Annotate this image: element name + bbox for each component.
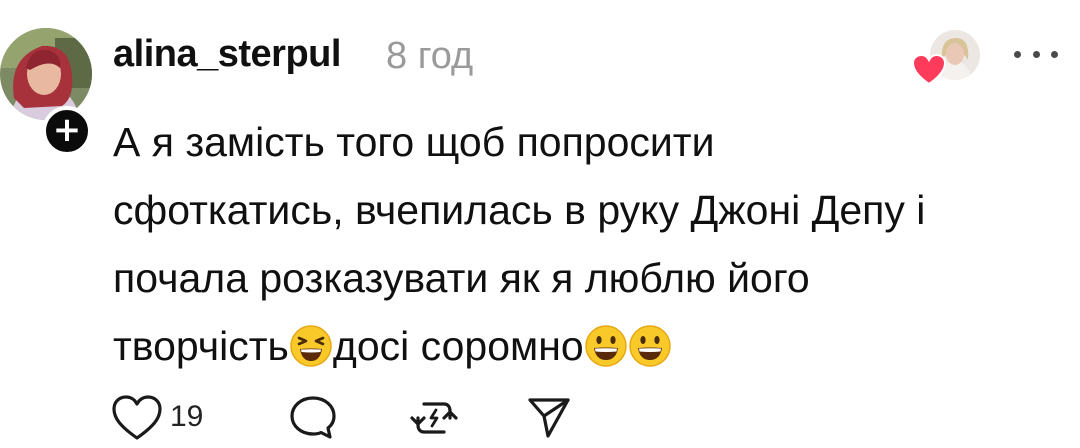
heart-icon bbox=[912, 54, 946, 86]
comment-bubble-icon[interactable] bbox=[288, 394, 338, 442]
more-options-button[interactable] bbox=[1008, 36, 1064, 72]
body-line: сфоткатись, вчепилась в руку Джоні Депу … bbox=[113, 187, 926, 233]
reply-post: + alina_sterpul 8 год А я замість того щ… bbox=[0, 0, 1080, 448]
like-count: 19 bbox=[170, 400, 204, 433]
body-line: почала розказувати як я люблю його bbox=[113, 255, 810, 301]
author-username[interactable]: alina_sterpul bbox=[113, 33, 341, 76]
body-text-segment: досі соромно bbox=[332, 323, 584, 369]
avatar[interactable] bbox=[0, 28, 92, 120]
follow-plus-button[interactable]: + bbox=[42, 106, 92, 156]
squinting-laughing-emoji-icon bbox=[290, 325, 332, 367]
action-bar: 19 bbox=[106, 388, 606, 448]
grinning-face-emoji-icon bbox=[628, 325, 671, 367]
more-dot bbox=[1032, 50, 1040, 58]
more-dot bbox=[1051, 50, 1058, 58]
grinning-face-emoji-icon bbox=[584, 325, 627, 367]
like-heart-icon[interactable] bbox=[110, 394, 164, 442]
post-body: А я замість того щоб попросити сфоткатис… bbox=[113, 108, 1053, 380]
post-timestamp: 8 год bbox=[386, 35, 474, 77]
body-line-with-emoji: творчість досі соромно bbox=[113, 312, 1053, 380]
body-line: А я замість того щоб попросити bbox=[113, 119, 715, 165]
author-avatar-container[interactable]: + bbox=[0, 28, 96, 156]
repost-icon[interactable] bbox=[410, 394, 458, 442]
more-dot bbox=[1014, 50, 1021, 58]
share-send-icon[interactable] bbox=[526, 394, 572, 442]
author-liked-indicator bbox=[912, 30, 980, 86]
body-text-segment: творчість bbox=[113, 323, 289, 369]
